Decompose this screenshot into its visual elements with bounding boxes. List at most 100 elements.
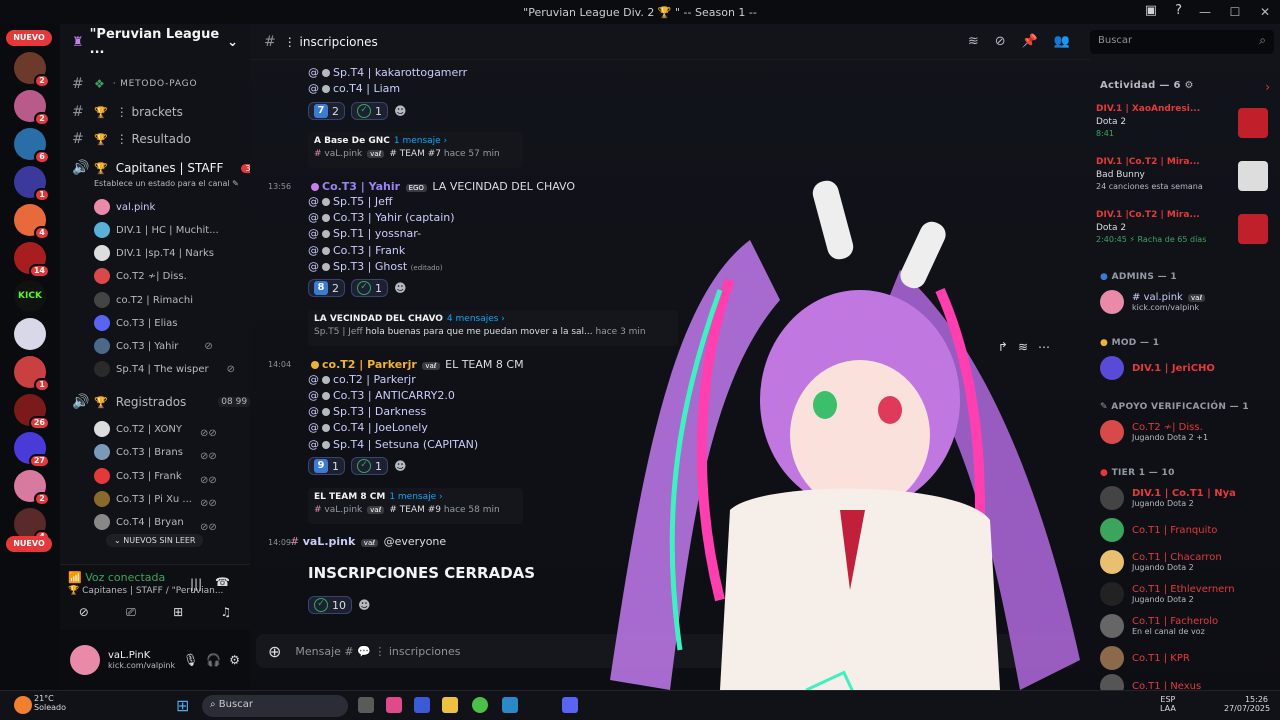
- search-input[interactable]: Buscar ⌕: [1090, 30, 1274, 54]
- file-explorer-icon[interactable]: [442, 697, 458, 713]
- member-item[interactable]: DIV.1 | Co.T1 | Nya Jugando Dota 2: [1100, 486, 1236, 510]
- settings-icon[interactable]: ⚙: [229, 653, 240, 667]
- voice-user[interactable]: Co.T2 ≁| Diss.: [94, 268, 187, 284]
- reaction-check[interactable]: ✓ 1: [351, 102, 388, 120]
- pin-icon[interactable]: 📌: [1022, 34, 1038, 49]
- voice-channel-capitanes[interactable]: 🔊 🏆 Capitanes | STAFF 3: [72, 160, 250, 176]
- member-item[interactable]: Co.T1 | Ethlevernern Jugando Dota 2: [1100, 582, 1235, 606]
- discord-icon[interactable]: [562, 697, 578, 713]
- voice-user[interactable]: DIV.1 |sp.T4 | Narks: [94, 245, 214, 261]
- add-reaction-icon[interactable]: ☻: [358, 598, 371, 612]
- more-icon[interactable]: ⋯: [1038, 340, 1050, 354]
- voice-user[interactable]: Co.T3 | Brans: [94, 444, 183, 460]
- channel-metodo-pago[interactable]: # ❖ ⋅ metodo-pago: [72, 76, 197, 92]
- message-composer[interactable]: ⊕ Mensaje # 💬 ⋮ inscripciones: [256, 634, 1076, 668]
- close-button[interactable]: ✕: [1250, 5, 1280, 19]
- member-item[interactable]: Co.T1 | Facherolo En el canal de voz: [1100, 614, 1218, 638]
- app-icon[interactable]: [414, 697, 430, 713]
- taskbar-search[interactable]: ⌕ Buscar: [202, 695, 348, 717]
- soundboard-icon[interactable]: ♫: [221, 605, 232, 620]
- voice-user[interactable]: Co.T3 | Pi Xu ...: [94, 491, 192, 507]
- server-icon[interactable]: 27: [14, 432, 50, 468]
- copilot-icon[interactable]: [386, 697, 402, 713]
- message-input[interactable]: Mensaje # 💬 ⋮ inscripciones: [295, 645, 460, 658]
- activity-card[interactable]: DIV.1 |Co.T2 | Mira... Bad Bunny 24 canc…: [1096, 157, 1268, 203]
- maximize-button[interactable]: ☐: [1220, 5, 1250, 19]
- add-reaction-icon[interactable]: ☻: [394, 459, 407, 473]
- inbox-icon[interactable]: ▣: [1145, 3, 1157, 18]
- unread-pill[interactable]: ⌄ NUEVOS SIN LEER: [106, 534, 204, 547]
- voice-activity-icon[interactable]: |||: [190, 577, 202, 591]
- reaction-check[interactable]: ✓ 10: [308, 596, 352, 614]
- app-icon[interactable]: [502, 697, 518, 713]
- activities-icon[interactable]: ⊞: [173, 605, 183, 620]
- member-item[interactable]: DIV.1 | JeriCHO: [1100, 356, 1215, 380]
- activity-card[interactable]: DIV.1 | XaoAndresi... Dota 2 8:41: [1096, 104, 1268, 150]
- voice-user[interactable]: Co.T4 | Bryan: [94, 514, 184, 530]
- member-item[interactable]: # val.pink vaℓ kick.com/valpink: [1100, 290, 1207, 314]
- new-pill-bottom[interactable]: NUEVO: [6, 536, 52, 552]
- voice-connected-label[interactable]: 📶 Voz conectada: [68, 571, 165, 584]
- server-icon[interactable]: 14: [14, 242, 50, 278]
- minimize-button[interactable]: —: [1190, 5, 1220, 19]
- thread-preview[interactable]: A Base De GNC 1 mensaje › # vaL.pink vaℓ …: [308, 132, 523, 168]
- member-item[interactable]: Co.T1 | Franquito: [1100, 518, 1217, 542]
- channel-status[interactable]: Establece un estado para el canal ✎: [94, 179, 239, 188]
- voice-user[interactable]: val.pink: [94, 199, 155, 215]
- voice-user[interactable]: DIV.1 | HC | Muchit...: [94, 222, 219, 238]
- chrome-icon[interactable]: [472, 697, 488, 713]
- server-icon[interactable]: 6: [14, 128, 50, 164]
- voice-user[interactable]: Sp.T4 | The wisper ⊘: [94, 361, 235, 377]
- server-icon[interactable]: 2: [14, 90, 50, 126]
- taskview-icon[interactable]: [358, 697, 374, 713]
- reaction-number[interactable]: 82: [308, 279, 345, 297]
- reaction-check[interactable]: ✓ 1: [351, 279, 388, 297]
- member-item[interactable]: Co.T2 ≁| Diss. Jugando Dota 2 +1: [1100, 420, 1208, 444]
- voice-channel-registrados[interactable]: 🔊 🏆 Registrados 08 99: [72, 394, 250, 410]
- notifications-off-icon[interactable]: ⊘: [995, 34, 1006, 49]
- thread-preview[interactable]: EL TEAM 8 CM 1 mensaje › # vaL.pink vaℓ #…: [308, 488, 523, 524]
- clock[interactable]: 15:26 27/07/2025: [1224, 695, 1270, 713]
- members-icon[interactable]: 👥: [1054, 34, 1070, 49]
- server-header[interactable]: ♜ "Peruvian League ... ⌄: [60, 24, 250, 60]
- reaction-number[interactable]: 72: [308, 102, 345, 120]
- voice-user[interactable]: Co.T3 | Frank: [94, 468, 182, 484]
- channel-resultado[interactable]: # 🏆 ⋮ Resultado: [72, 131, 191, 147]
- disconnect-icon[interactable]: ☎: [215, 575, 230, 589]
- threads-icon[interactable]: ≋: [968, 34, 979, 49]
- server-icon[interactable]: 1: [14, 166, 50, 202]
- voice-user[interactable]: Co.T3 | Elias: [94, 315, 178, 331]
- member-item[interactable]: Co.T1 | Nexus: [1100, 674, 1201, 690]
- server-icon[interactable]: [14, 318, 46, 350]
- new-pill-top[interactable]: NUEVO: [6, 30, 52, 46]
- server-icon[interactable]: 4: [14, 204, 50, 240]
- headphones-icon[interactable]: 🎧: [206, 653, 221, 667]
- activity-card[interactable]: DIV.1 |Co.T2 | Mira... Dota 2 2:40:45 ⚡ …: [1096, 210, 1268, 256]
- server-icon[interactable]: 2: [14, 52, 50, 88]
- avatar[interactable]: [70, 645, 100, 675]
- windows-start-icon[interactable]: ⊞: [176, 696, 189, 715]
- help-icon[interactable]: ?: [1175, 3, 1182, 18]
- add-attachment-icon[interactable]: ⊕: [268, 642, 281, 661]
- member-item[interactable]: Co.T1 | Chacarron Jugando Dota 2: [1100, 550, 1222, 574]
- thread-preview[interactable]: LA VECINDAD DEL CHAVO 4 mensajes › Sp.T5 …: [308, 310, 678, 346]
- thread-icon[interactable]: ≋: [1018, 340, 1028, 354]
- camera-off-icon[interactable]: ⊘: [79, 605, 89, 620]
- reaction-number[interactable]: 91: [308, 457, 345, 475]
- language-indicator[interactable]: ESP LAA: [1160, 695, 1176, 713]
- reply-icon[interactable]: ↱: [998, 340, 1008, 354]
- chevron-right-icon[interactable]: ›: [1265, 80, 1270, 94]
- server-icon[interactable]: 26: [14, 394, 50, 430]
- kick-server-icon[interactable]: KICK: [14, 280, 46, 312]
- screen-share-icon[interactable]: ⎚: [126, 605, 136, 620]
- reaction-check[interactable]: ✓ 1: [351, 457, 388, 475]
- channel-brackets[interactable]: # 🏆 ⋮ brackets: [72, 104, 183, 120]
- add-reaction-icon[interactable]: ☻: [394, 281, 407, 295]
- server-icon[interactable]: 1: [14, 356, 50, 392]
- weather-widget[interactable]: 21°C Soleado: [34, 694, 66, 712]
- member-item[interactable]: Co.T1 | KPR: [1100, 646, 1190, 670]
- add-reaction-icon[interactable]: ☻: [394, 104, 407, 118]
- voice-user[interactable]: Co.T2 | XONY: [94, 421, 182, 437]
- mic-icon[interactable]: 🎙: [183, 653, 198, 667]
- voice-user[interactable]: co.T2 | Rimachi: [94, 292, 193, 308]
